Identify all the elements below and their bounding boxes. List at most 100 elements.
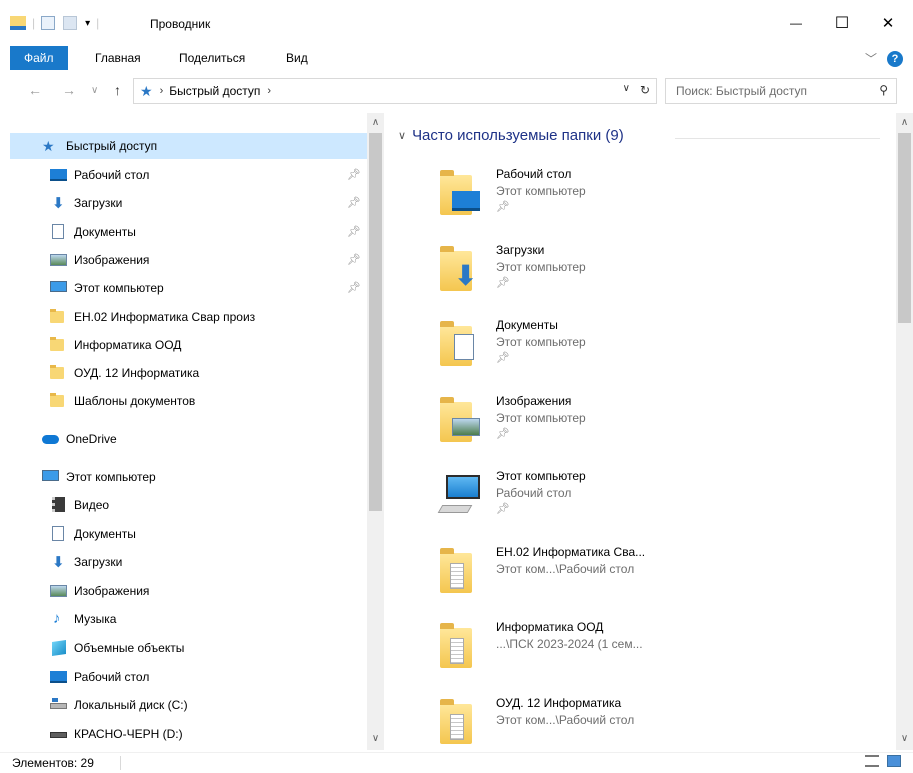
folder-tile[interactable]: Документы Этот компьютер 📌︎ <box>440 318 740 388</box>
close-button[interactable]: ✕ <box>865 8 911 38</box>
folder-name: Документы <box>496 318 558 332</box>
nav-quick-access[interactable]: ★ Быстрый доступ <box>10 133 367 159</box>
nav-item-label: Рабочий стол <box>74 168 150 182</box>
nav-this-pc[interactable]: Этот компьютер <box>10 464 367 490</box>
pin-icon[interactable]: 📌︎ <box>347 225 361 238</box>
folder-name: ОУД. 12 Информатика <box>496 695 622 710</box>
nav-pc-item[interactable]: ⬇ Загрузки <box>10 549 367 575</box>
nav-pc-item[interactable]: Видео <box>10 492 367 518</box>
view-switcher <box>865 755 901 767</box>
forward-arrow-icon[interactable]: → <box>62 82 76 98</box>
folder-tile[interactable]: ЕН.02 Информатика Сва... Этот ком...\Раб… <box>440 545 740 615</box>
folder-tile[interactable]: ⬇ Загрузки Этот компьютер 📌︎ <box>440 243 740 313</box>
tab-file[interactable]: Файл <box>10 46 68 70</box>
tab-home[interactable]: Главная <box>95 46 141 70</box>
scroll-up-arrow-icon[interactable]: ∧ <box>896 117 913 128</box>
scroll-down-arrow-icon[interactable]: ∨ <box>896 733 913 744</box>
toolbar-divider: | <box>32 16 36 30</box>
folder-tile[interactable]: Рабочий стол Этот компьютер 📌︎ <box>440 167 740 237</box>
folder-tile[interactable]: Информатика ООД ...\ПСК 2023-2024 (1 сем… <box>440 620 740 690</box>
pin-icon[interactable]: 📌︎ <box>347 253 361 266</box>
nav-quick-item[interactable]: Шаблоны документов <box>10 388 367 414</box>
nav-item-label: Документы <box>74 224 136 239</box>
refresh-icon[interactable]: ↻ <box>640 83 650 97</box>
nav-item-label: ОУД. 12 Информатика <box>74 366 200 381</box>
back-arrow-icon[interactable]: ← <box>28 82 42 98</box>
maximize-button[interactable]: ☐ <box>819 8 865 38</box>
scrollbar-thumb[interactable] <box>369 133 382 511</box>
nav-item-label: Изображения <box>74 583 150 598</box>
nav-item-label: Этот компьютер <box>74 281 164 296</box>
nav-pc-item[interactable]: Объемные объекты <box>10 635 367 661</box>
nav-pc-item[interactable]: Изображения <box>10 578 367 604</box>
pictures-icon <box>50 252 68 268</box>
folder-icon <box>50 308 68 325</box>
new-folder-icon[interactable] <box>63 16 78 30</box>
nav-pc-item[interactable]: Локальный диск (C:) <box>10 692 367 718</box>
content-pane: ∨ Часто используемые папки (9) Рабочий с… <box>390 113 895 750</box>
nav-pc-item[interactable]: Документы <box>10 521 367 547</box>
breadcrumb-separator[interactable]: › <box>267 85 271 97</box>
group-header-frequent-folders[interactable]: ∨ Часто используемые папки (9) <box>398 127 624 144</box>
pin-icon[interactable]: 📌︎ <box>347 168 361 181</box>
search-icon[interactable]: ⚲ <box>879 83 888 97</box>
nav-item-label: Шаблоны документов <box>74 394 196 409</box>
scroll-up-arrow-icon[interactable]: ∧ <box>367 117 384 128</box>
pin-icon[interactable]: 📌︎ <box>347 281 361 294</box>
downloads-folder-icon: ⬇ <box>440 245 484 293</box>
nav-item-label: OneDrive <box>66 432 117 446</box>
folder-name: Информатика ООД <box>496 620 604 634</box>
folder-tile[interactable]: ОУД. 12 Информатика Этот ком...\Рабочий … <box>440 696 740 751</box>
help-icon[interactable]: ? <box>887 50 903 67</box>
folder-tile[interactable]: Этот компьютер Рабочий стол 📌︎ <box>437 469 740 539</box>
minimize-button[interactable]: — <box>773 8 819 38</box>
large-icons-view-icon[interactable] <box>887 755 901 767</box>
customize-toolbar-dropdown[interactable]: ▾ <box>85 18 90 29</box>
scroll-down-arrow-icon[interactable]: ∨ <box>367 733 384 744</box>
quick-access-star-icon: ★ <box>42 138 55 154</box>
pin-icon[interactable]: 📌︎ <box>347 196 361 209</box>
nav-quick-item[interactable]: ⬇ Загрузки 📌︎ <box>10 190 367 216</box>
search-input[interactable]: Поиск: Быстрый доступ <box>676 84 807 98</box>
desktop-folder-icon <box>440 169 484 217</box>
nav-item-label: КРАСНО-ЧЕРН (D:) <box>74 726 183 741</box>
nav-pc-item[interactable]: ♪ Музыка <box>10 606 367 632</box>
folder-tile[interactable]: Изображения Этот компьютер 📌︎ <box>440 394 740 464</box>
collapse-group-chevron-icon[interactable]: ∨ <box>398 129 406 142</box>
scrollbar-thumb[interactable] <box>898 133 911 323</box>
folder-name: ЕН.02 Информатика Сва... <box>496 544 646 559</box>
explorer-app-icon[interactable] <box>10 16 26 30</box>
nav-quick-item[interactable]: Изображения 📌︎ <box>10 247 367 273</box>
tab-share[interactable]: Поделиться <box>179 46 245 70</box>
nav-quick-item[interactable]: Рабочий стол 📌︎ <box>10 162 367 188</box>
nav-quick-item[interactable]: Этот компьютер 📌︎ <box>10 275 367 301</box>
nav-quick-item[interactable]: ОУД. 12 Информатика <box>10 360 367 386</box>
nav-quick-item[interactable]: ЕН.02 Информатика Свар произ <box>10 304 367 330</box>
folder-icon <box>50 393 68 409</box>
nav-quick-item[interactable]: Информатика ООД <box>10 332 367 358</box>
search-box[interactable]: Поиск: Быстрый доступ ⚲ <box>665 78 897 104</box>
navigation-scrollbar[interactable]: ∧ ∨ <box>367 113 384 750</box>
breadcrumb-separator[interactable]: › <box>160 85 164 97</box>
tab-view[interactable]: Вид <box>286 46 308 70</box>
address-bar[interactable]: ★ › Быстрый доступ › ∨ ↻ <box>133 78 657 104</box>
nav-quick-item[interactable]: Документы 📌︎ <box>10 219 367 245</box>
desktop-icon <box>50 669 68 685</box>
expand-ribbon-icon[interactable]: ﹀ <box>865 50 877 67</box>
nav-pc-item[interactable]: Рабочий стол <box>10 664 367 690</box>
onedrive-cloud-icon <box>42 431 60 447</box>
recent-locations-dropdown[interactable]: ∨ <box>91 85 98 96</box>
group-divider <box>675 138 880 139</box>
details-view-icon[interactable] <box>865 755 879 767</box>
content-scrollbar[interactable]: ∧ ∨ <box>896 113 913 750</box>
properties-icon[interactable] <box>41 16 56 30</box>
up-arrow-icon[interactable]: ↑ <box>114 82 121 98</box>
breadcrumb-quick-access[interactable]: Быстрый доступ <box>169 84 260 98</box>
pictures-folder-icon <box>440 396 484 444</box>
nav-onedrive[interactable]: OneDrive <box>10 426 367 452</box>
nav-pc-item[interactable]: КРАСНО-ЧЕРН (D:) <box>10 721 367 747</box>
video-icon <box>50 497 68 513</box>
pin-icon: 📌︎ <box>496 201 510 213</box>
window-title: Проводник <box>150 17 211 31</box>
address-history-dropdown[interactable]: ∨ <box>623 83 630 97</box>
